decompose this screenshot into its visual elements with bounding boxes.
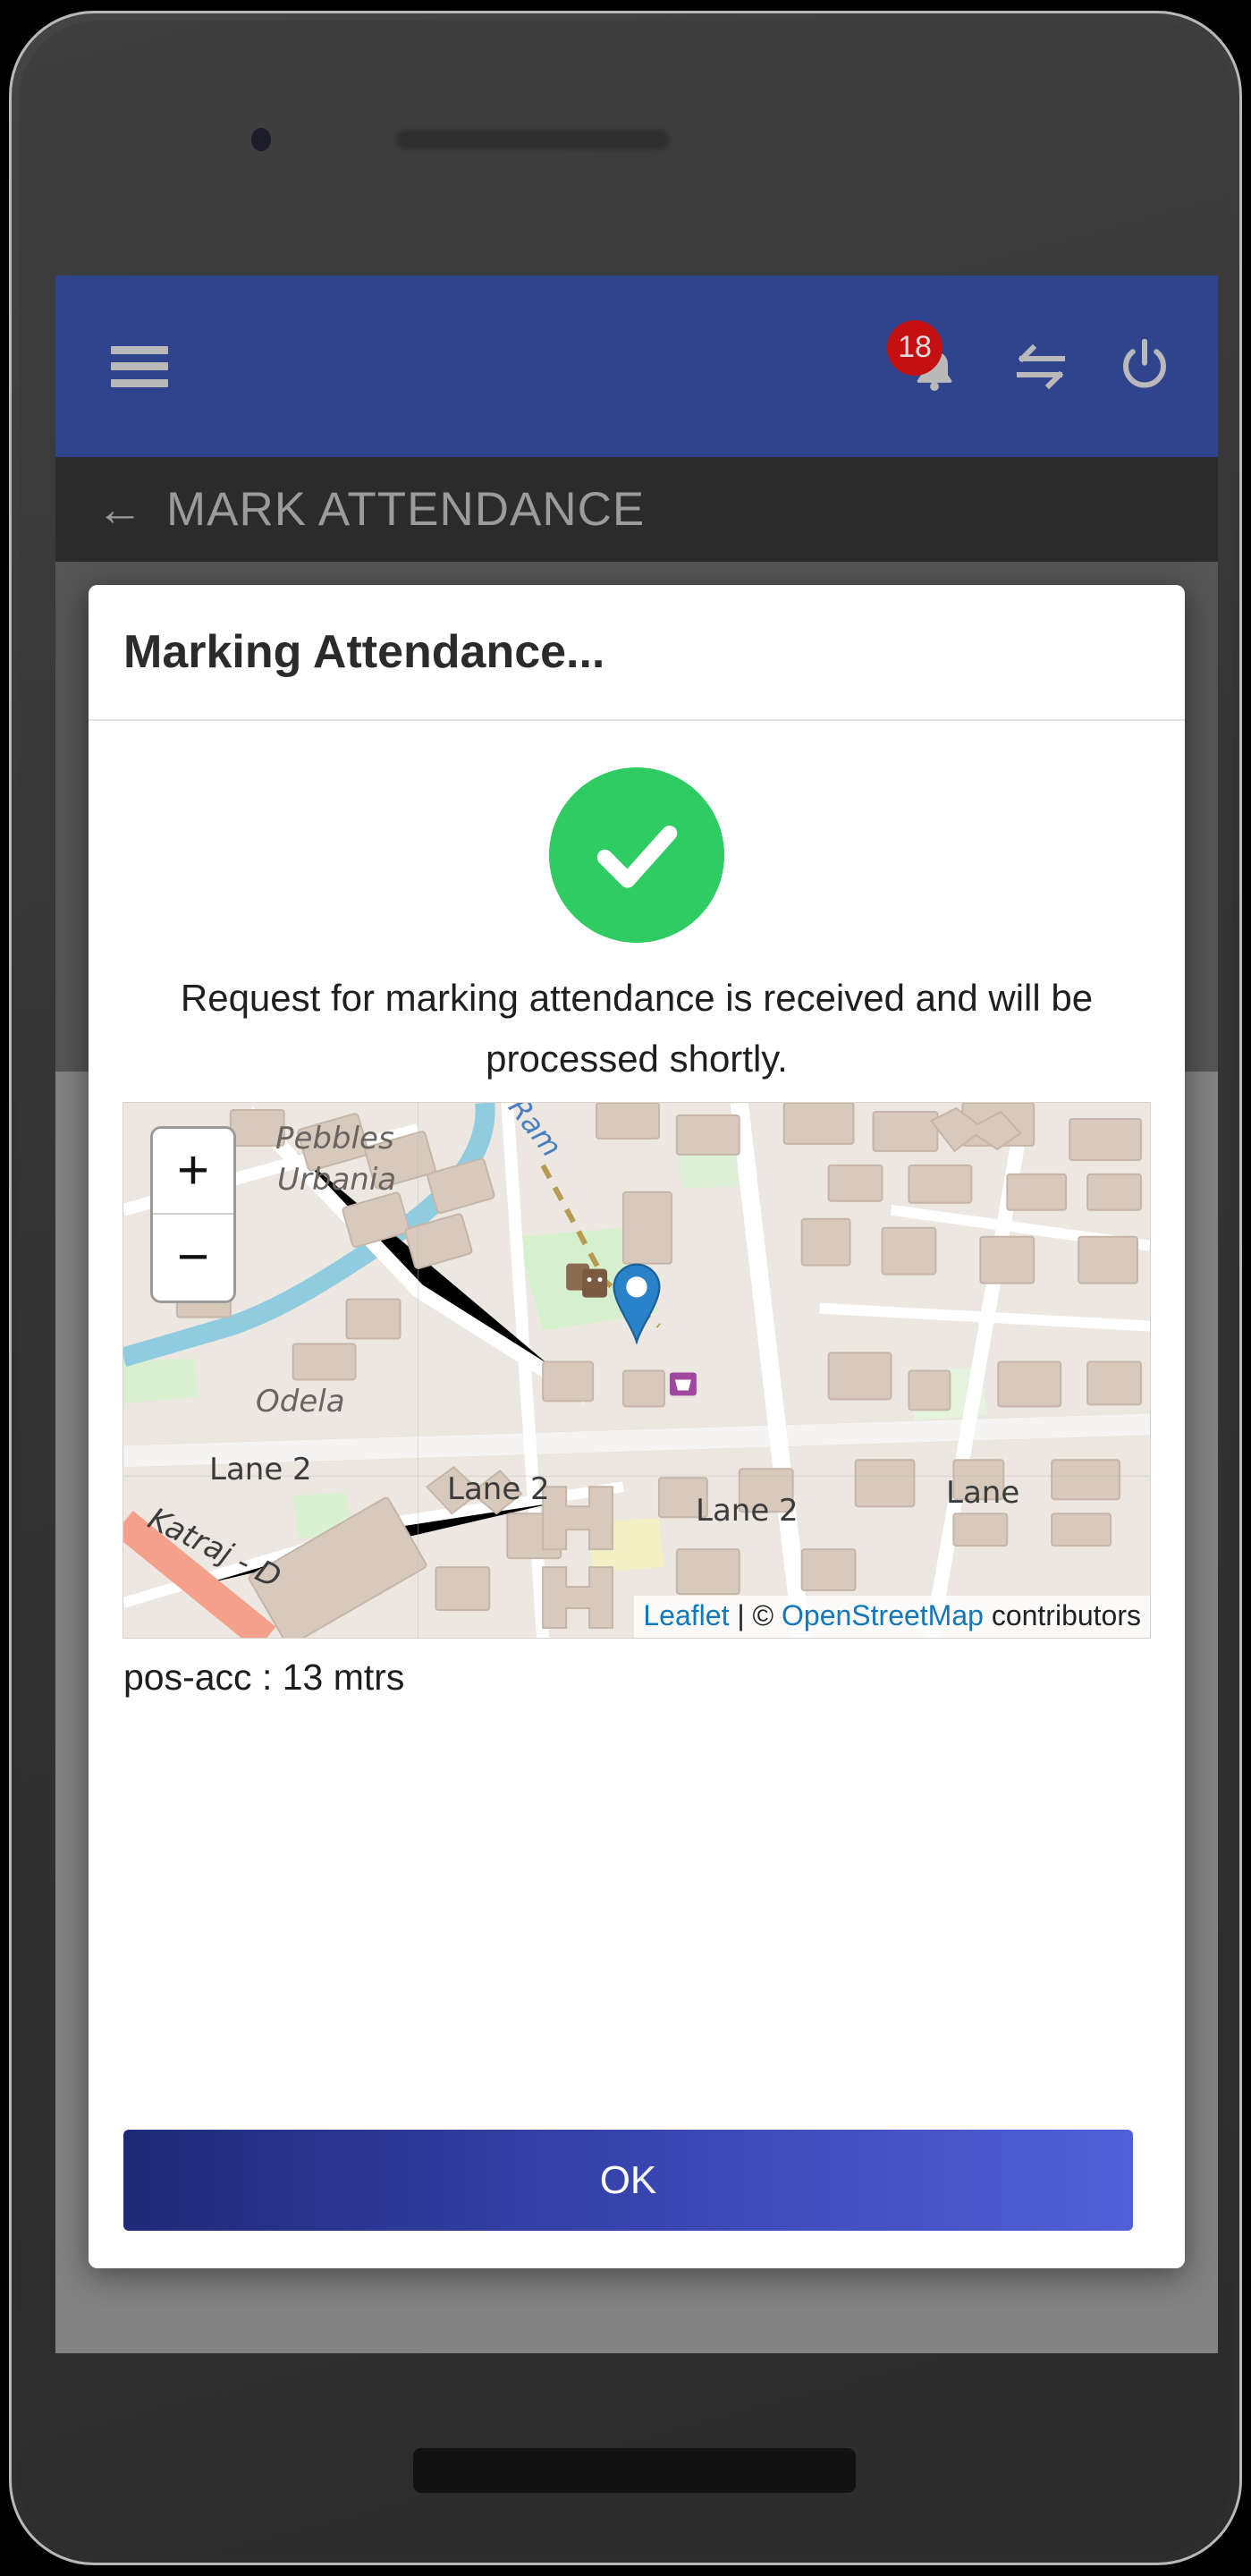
notifications-button[interactable]: 18 [887, 319, 969, 408]
map-tiles [123, 1103, 1150, 1639]
power-logout-button[interactable] [1112, 335, 1177, 399]
attribution-contributors: contributors [983, 1599, 1141, 1632]
page-title: MARK ATTENDANCE [166, 483, 646, 536]
position-accuracy-text: pos-acc : 13 mtrs [123, 1657, 405, 1699]
dialog-body: Request for marking attendance is receiv… [89, 767, 1185, 1699]
page-header: ← MARK ATTENDANCE [55, 457, 1218, 562]
location-map[interactable]: Pebbles Urbania Ram Odela Lane 2 Lane 2 … [123, 1102, 1151, 1640]
dialog-message: Request for marking attendance is receiv… [180, 977, 1094, 1080]
success-check-icon [549, 767, 724, 943]
location-pin-icon [613, 1263, 661, 1345]
back-arrow-icon[interactable]: ← [97, 487, 143, 533]
leaflet-link[interactable]: Leaflet [643, 1599, 729, 1631]
header-actions: 18 [887, 319, 1177, 408]
ok-button[interactable]: OK [123, 2130, 1133, 2231]
notification-badge: 18 [887, 319, 942, 376]
phone-frame: 18 ← MARK ATTENDANCE Marking Attendance.… [9, 11, 1242, 2565]
phone-screen: 18 ← MARK ATTENDANCE Marking Attendance.… [55, 275, 1218, 2353]
exchange-arrows-icon [1017, 343, 1065, 389]
power-icon [1123, 338, 1166, 388]
checkmark-glyph [596, 825, 678, 888]
zoom-in-button[interactable]: + [153, 1129, 233, 1216]
map-zoom-controls: + − [150, 1126, 236, 1304]
app-header: 18 [55, 275, 1218, 457]
map-attribution: Leaflet | © OpenStreetMap contributors [634, 1596, 1150, 1639]
home-indicator [413, 2448, 856, 2493]
front-camera-icon [251, 128, 271, 151]
hamburger-menu-icon[interactable] [111, 345, 168, 387]
marking-attendance-dialog: Marking Attendance... Request for markin… [89, 585, 1185, 2268]
dialog-header: Marking Attendance... [89, 585, 1185, 721]
zoom-out-button[interactable]: − [153, 1215, 233, 1301]
speaker-grille [396, 130, 669, 149]
dialog-title: Marking Attendance... [123, 626, 605, 678]
switch-account-button[interactable] [1009, 335, 1073, 399]
openstreetmap-link[interactable]: OpenStreetMap [782, 1599, 984, 1631]
attribution-separator: | © [729, 1599, 782, 1632]
